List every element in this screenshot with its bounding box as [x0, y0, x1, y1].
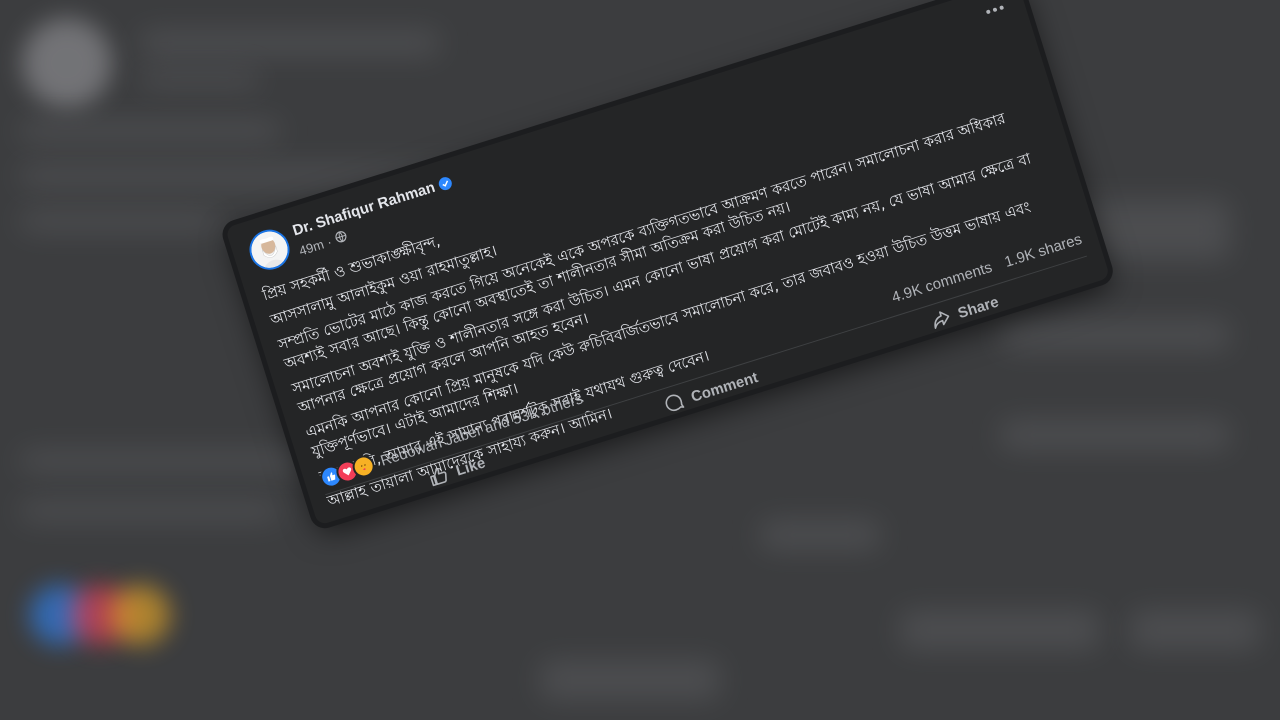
verified-badge-icon	[437, 175, 454, 192]
blurred-avatar	[22, 18, 112, 108]
blurred-block	[20, 120, 280, 142]
blurred-block	[140, 30, 440, 56]
blurred-block	[1130, 610, 1260, 650]
blurred-block	[1000, 420, 1230, 450]
globe-icon	[333, 229, 349, 247]
blurred-block	[540, 660, 720, 700]
like-outline-icon	[427, 464, 452, 489]
comment-icon	[662, 390, 687, 415]
post-header: Dr. Shafiqur Rahman 49m ·	[244, 175, 454, 279]
meta-separator: ·	[325, 234, 334, 250]
share-icon	[929, 306, 954, 331]
blurred-block	[140, 70, 260, 88]
blurred-block	[20, 210, 220, 232]
author-avatar[interactable]	[244, 224, 295, 275]
blurred-reaction	[110, 585, 170, 645]
blurred-block	[1000, 320, 1230, 350]
blurred-block	[900, 610, 1100, 650]
blurred-block	[20, 500, 280, 522]
more-options-icon[interactable]	[979, 0, 1012, 23]
blurred-block	[20, 450, 320, 472]
post-timestamp[interactable]: 49m	[297, 237, 326, 259]
avatar-portrait	[246, 227, 293, 273]
blurred-block	[760, 520, 880, 550]
